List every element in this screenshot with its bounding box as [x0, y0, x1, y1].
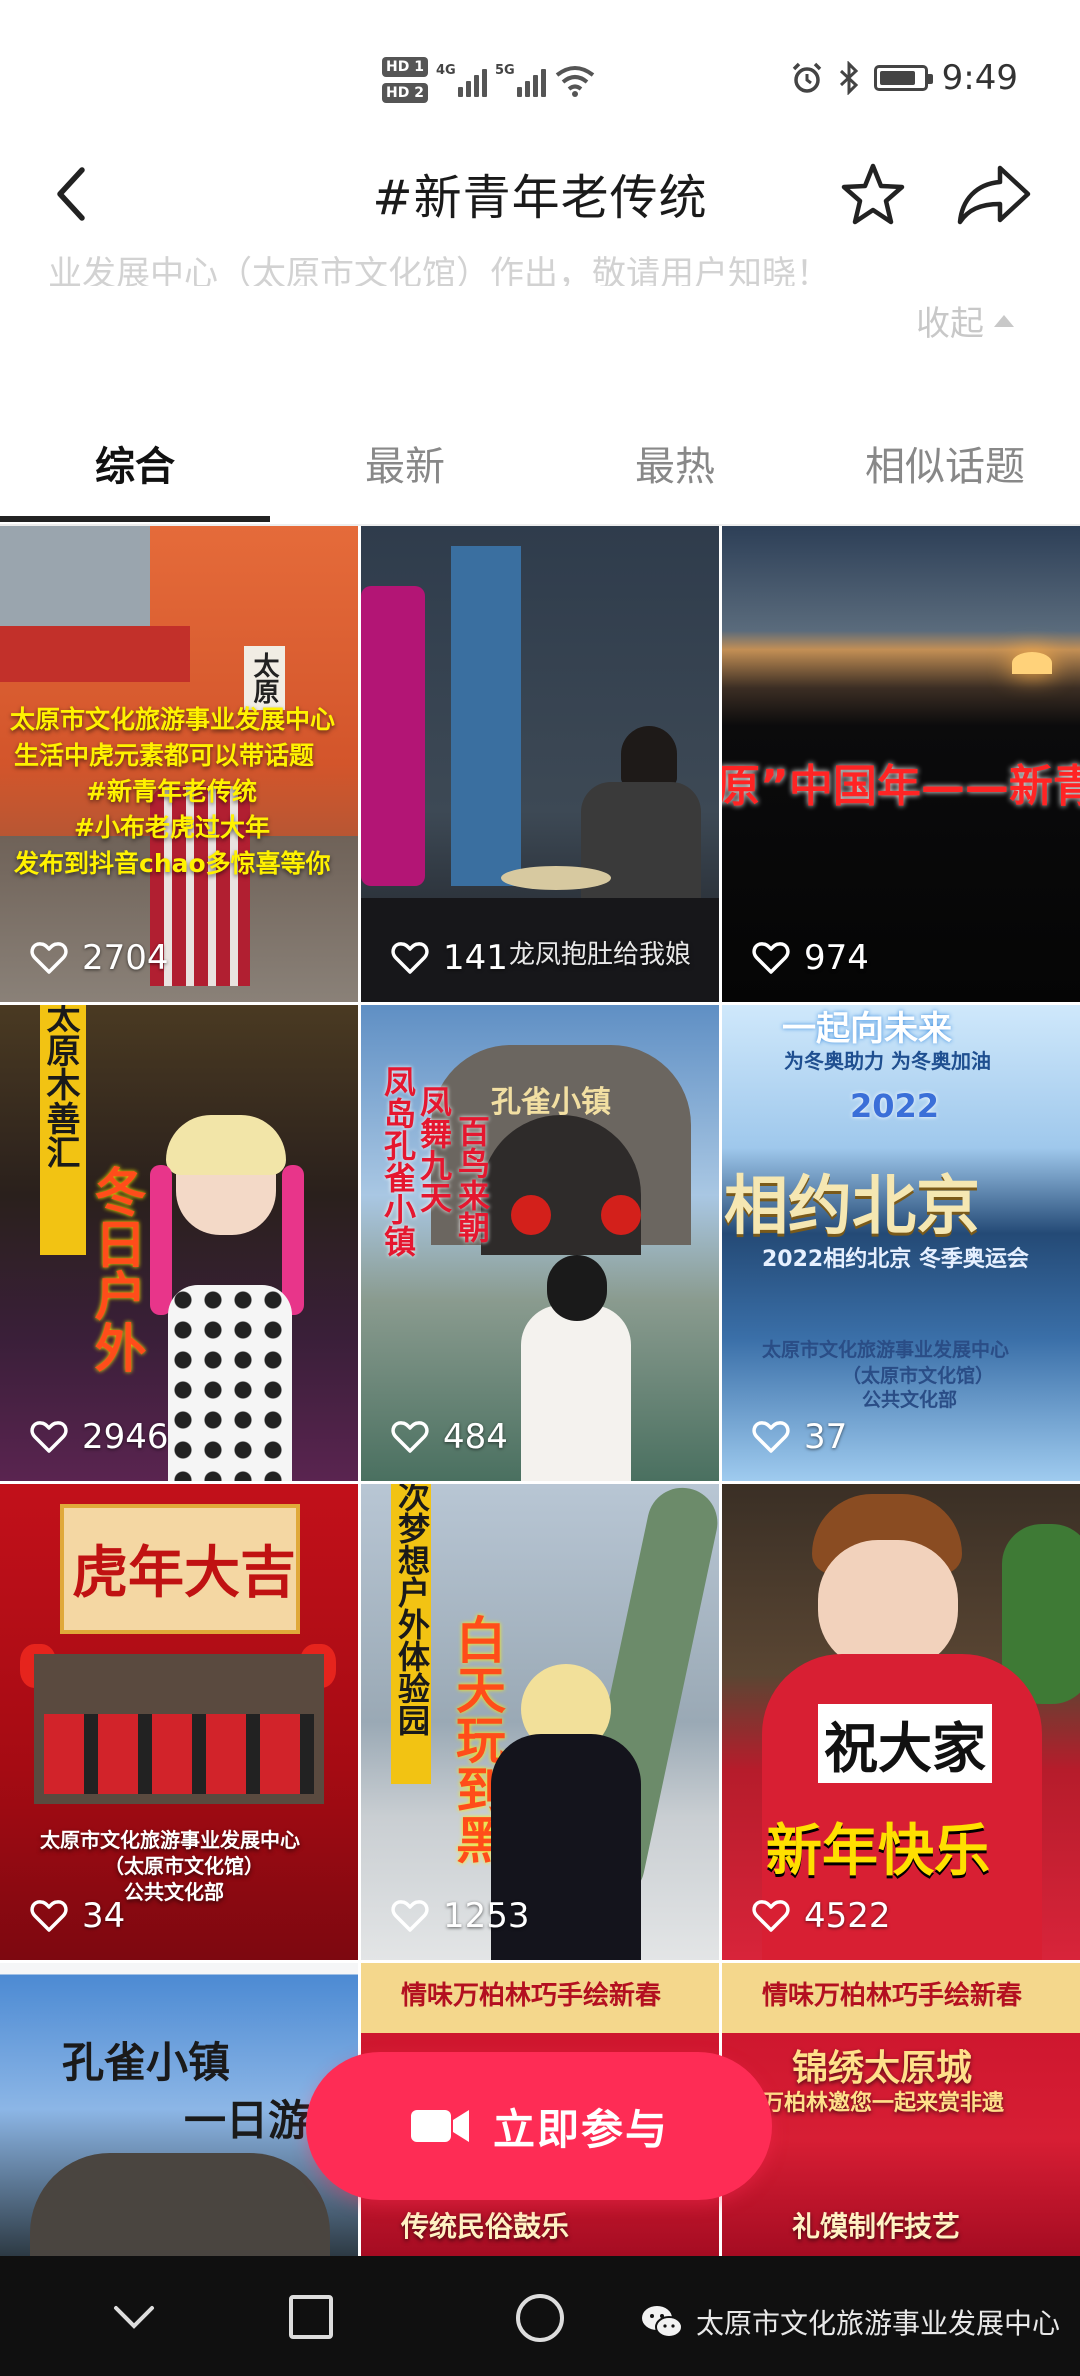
- collapse-button[interactable]: 收起: [916, 296, 1014, 345]
- video-tile[interactable]: 次梦想户外体验园 白天玩到黑 1253: [361, 1484, 719, 1960]
- status-bar: HD 1 HD 2 4G 5G 9:49: [0, 0, 1080, 150]
- like-count: 141: [391, 938, 508, 978]
- sim2-badge: HD 2: [382, 83, 428, 103]
- signal-icon: 4G: [436, 63, 487, 97]
- heart-icon: [752, 1421, 790, 1453]
- heart-icon: [30, 1421, 68, 1453]
- heart-icon: [30, 942, 68, 974]
- join-now-button[interactable]: 立即参与: [306, 2052, 772, 2200]
- caret-up-icon: [994, 314, 1014, 327]
- alarm-icon: [792, 62, 821, 93]
- signal-icon-2: 5G: [495, 63, 546, 97]
- home-circle-icon[interactable]: [514, 2292, 566, 2344]
- battery-level: [879, 71, 916, 85]
- wifi-icon: [555, 66, 595, 97]
- like-count: 2946: [30, 1417, 169, 1457]
- battery-icon: [873, 65, 933, 91]
- like-count: 974: [752, 938, 869, 978]
- clock: 9:49: [941, 58, 1018, 98]
- wechat-icon: [642, 2306, 683, 2338]
- share-button[interactable]: [954, 160, 1034, 230]
- heart-icon: [752, 1900, 790, 1932]
- page-title: #新青年老传统: [372, 170, 708, 226]
- video-tile[interactable]: 虎年大吉 太原市文化旅游事业发展中心 （太原市文化馆） 公共文化部 34: [0, 1484, 358, 1960]
- bluetooth-icon: [839, 61, 858, 95]
- like-count: 34: [30, 1896, 125, 1936]
- video-tile[interactable]: 孔雀小镇 一日游: [0, 1963, 358, 2256]
- video-tile[interactable]: 龙凤抱肚给我娘 141: [361, 526, 719, 1002]
- tab-latest[interactable]: 最新: [270, 434, 540, 492]
- tab-hottest[interactable]: 最热: [540, 434, 810, 492]
- top-bar: #新青年老传统: [0, 150, 1080, 240]
- star-icon: [841, 163, 905, 225]
- video-tile[interactable]: 孔雀小镇 凤舞九天 百鸟来朝 凤岛孔雀小镇 484: [361, 1005, 719, 1481]
- video-tile[interactable]: 太原木善汇 冬日户外 2946: [0, 1005, 358, 1481]
- recents-square-icon[interactable]: [288, 2294, 334, 2340]
- tab-indicator: [0, 516, 270, 522]
- video-camera-icon: [410, 2110, 469, 2142]
- video-tile[interactable]: 一起向未来 为冬奥助力 为冬奥加油 2022 相约北京 2022相约北京 冬季奥…: [722, 1005, 1080, 1481]
- like-count: 37: [752, 1417, 847, 1457]
- heart-icon: [30, 1900, 68, 1932]
- topic-description: 业发展中心（太原市文化馆）作出，敬请用户知晓！: [48, 254, 830, 286]
- share-arrow-icon: [957, 165, 1031, 225]
- heart-icon: [391, 1900, 429, 1932]
- video-tile[interactable]: 祝大家 新年快乐 4522: [722, 1484, 1080, 1960]
- heart-icon: [752, 942, 790, 974]
- like-count: 484: [391, 1417, 508, 1457]
- video-tile[interactable]: 原”中国年——新青 974: [722, 526, 1080, 1002]
- tab-bar: 综合 最新 最热 相似话题: [0, 420, 1080, 524]
- like-count: 2704: [30, 938, 169, 978]
- video-tile[interactable]: 太原 太原市文化旅游事业发展中心 生活中虎元素都可以带话题 #新青年老传统 #小…: [0, 526, 358, 1002]
- video-tile[interactable]: 情味万柏林巧手绘新春 锦绣太原城 万柏林邀您一起来赏非遗 礼馍制作技艺: [722, 1963, 1080, 2256]
- wechat-watermark: 太原市文化旅游事业发展中心: [640, 2302, 1060, 2342]
- heart-icon: [391, 1421, 429, 1453]
- like-count: 1253: [391, 1896, 530, 1936]
- like-count: 4522: [752, 1896, 891, 1936]
- status-right: 9:49: [790, 58, 1018, 98]
- heart-icon: [391, 942, 429, 974]
- tab-similar-topics[interactable]: 相似话题: [810, 434, 1080, 492]
- video-grid: 太原 太原市文化旅游事业发展中心 生活中虎元素都可以带话题 #新青年老传统 #小…: [0, 526, 1080, 2256]
- sim1-badge: HD 1: [382, 57, 428, 77]
- tab-comprehensive[interactable]: 综合: [0, 434, 270, 492]
- status-left: HD 1 HD 2 4G 5G: [382, 52, 596, 108]
- favorite-button[interactable]: [838, 160, 908, 230]
- hide-keyboard-chevron-icon[interactable]: [112, 2304, 156, 2332]
